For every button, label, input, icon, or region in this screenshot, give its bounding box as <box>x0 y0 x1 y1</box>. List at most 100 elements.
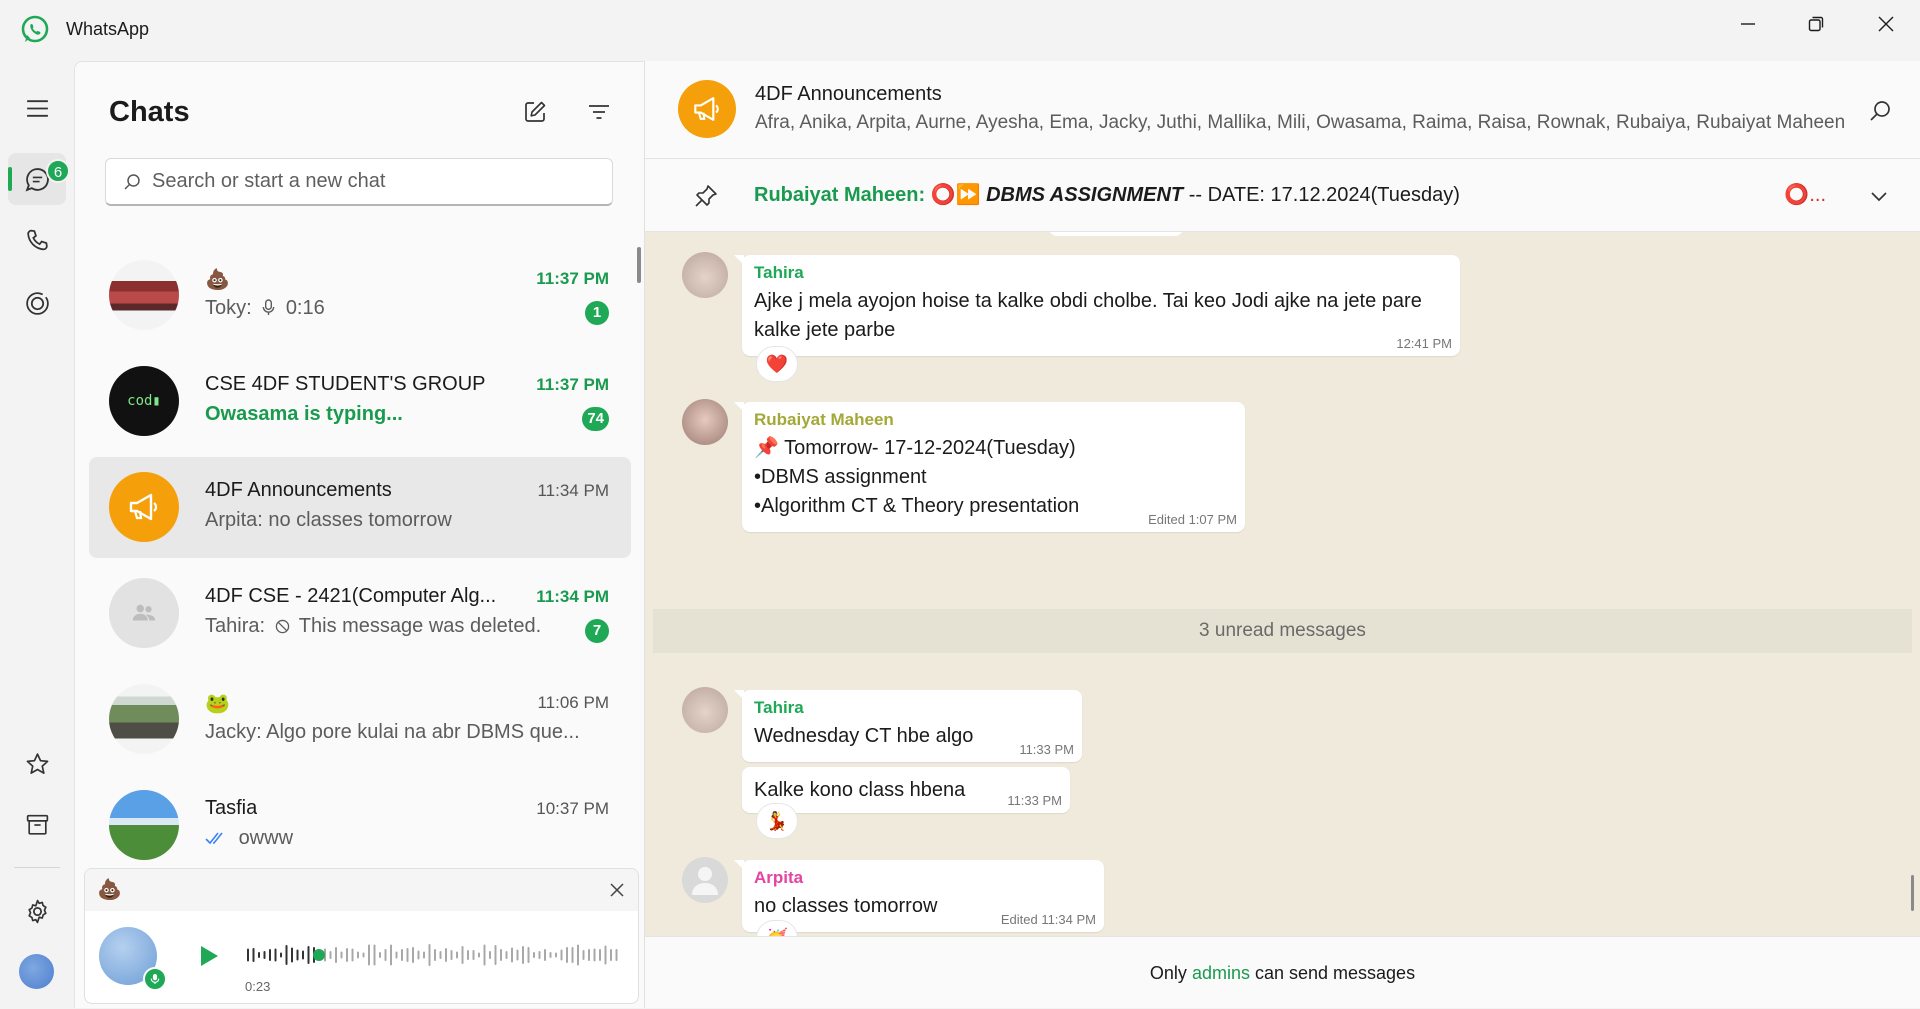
chats-nav-button[interactable]: 6 <box>8 153 70 205</box>
unread-count-badge: 1 <box>585 301 609 325</box>
new-chat-button[interactable] <box>519 96 551 128</box>
playback-thumb[interactable] <box>313 949 325 961</box>
unread-chats-badge: 6 <box>46 159 70 183</box>
chat-list-item[interactable]: 4DF Announcements Arpita: no classes tom… <box>89 457 631 558</box>
preview-sender: Toky: <box>205 297 252 319</box>
waveform-bar <box>329 951 332 959</box>
message-sender: Tahira <box>754 698 804 717</box>
sender-avatar[interactable] <box>682 399 728 445</box>
calls-nav-button[interactable] <box>8 214 66 266</box>
sender-avatar[interactable] <box>682 687 728 733</box>
chat-preview: Toky: 0:16 <box>205 297 325 320</box>
chat-list-item[interactable]: 💩 Toky: 0:16 11:37 PM 1 <box>89 245 631 346</box>
close-icon <box>1878 16 1894 31</box>
chats-heading: Chats <box>109 96 190 128</box>
chat-list-item[interactable]: 🐸 Jacky: Algo pore kulai na abr DBMS que… <box>89 669 631 770</box>
starred-messages-button[interactable] <box>8 738 66 790</box>
chat-name: 💩 <box>205 269 230 291</box>
restore-button[interactable] <box>1782 0 1850 47</box>
waveform-bar <box>610 949 612 961</box>
settings-button[interactable] <box>8 885 66 937</box>
waveform-bar <box>412 947 414 963</box>
search-icon <box>124 174 140 190</box>
chat-list-item[interactable]: 4DF CSE - 2421(Computer Alg... Tahira: T… <box>89 563 631 664</box>
pinned-message-text: Rubaiyat Maheen: ⭕⏩ DBMS ASSIGNMENT -- D… <box>754 182 1460 207</box>
sender-avatar[interactable] <box>682 252 728 298</box>
admins-link[interactable]: admins <box>1192 963 1250 983</box>
waveform-bar <box>604 945 607 965</box>
chat-time: 11:37 PM <box>536 269 609 288</box>
chat-avatar <box>109 684 179 754</box>
waveform-bar <box>368 944 370 966</box>
chat-list-item[interactable]: Tasfia owww 10:37 PM <box>89 775 631 876</box>
waveform-bar <box>263 951 266 959</box>
waveform-bar <box>489 951 491 959</box>
waveform-bar <box>615 949 618 961</box>
message-reaction[interactable]: ❤️ <box>756 346 798 382</box>
voice-duration: 0:23 <box>245 979 271 994</box>
menu-button[interactable] <box>8 82 66 134</box>
waveform-bar <box>434 949 436 961</box>
chat-avatar: cod▮ <box>109 366 179 436</box>
message-reaction[interactable]: 💃 <box>756 803 798 839</box>
previous-message-fragment <box>1049 232 1183 236</box>
double-check-read-icon <box>205 832 223 845</box>
message-bubble[interactable]: Rubaiyat Maheen 📌 Tomorrow- 17-12-2024(T… <box>734 402 1245 532</box>
group-icon <box>132 604 156 621</box>
filter-button[interactable] <box>583 96 615 128</box>
sender-avatar-placeholder[interactable] <box>682 857 728 903</box>
waveform-bar <box>494 945 497 965</box>
message-area[interactable]: Tahira Ajke j mela ayojon hoise ta kalke… <box>645 232 1920 936</box>
waveform-bar <box>423 951 425 959</box>
footer-text-before: Only <box>1149 963 1192 983</box>
chevron-down-icon[interactable] <box>1868 185 1890 207</box>
voice-mic-badge <box>143 967 167 991</box>
message-line: •DBMS assignment <box>754 466 927 488</box>
group-members-list: Afra, Anika, Arpita, Aurne, Ayesha, Ema,… <box>755 112 1846 133</box>
waveform-bar <box>439 951 442 959</box>
chat-avatar <box>109 790 179 860</box>
play-icon[interactable] <box>195 943 221 969</box>
archived-chats-button[interactable] <box>8 798 66 850</box>
search-box[interactable] <box>105 158 613 206</box>
search-input[interactable] <box>152 159 602 203</box>
chat-time: 11:37 PM <box>536 375 609 394</box>
message-time: Edited 11:34 PM <box>1000 912 1096 927</box>
waveform-bar <box>280 952 282 958</box>
conversation-scrollbar[interactable] <box>1911 875 1914 911</box>
waveform-bar <box>445 948 447 962</box>
message-line: 📌 Tomorrow- 17-12-2024(Tuesday) <box>754 437 1076 459</box>
group-avatar[interactable] <box>678 80 736 138</box>
voice-waveform[interactable] <box>245 935 625 975</box>
rail-divider <box>14 867 60 868</box>
waveform-bar <box>582 950 585 960</box>
message-bubble[interactable]: Tahira Wednesday CT hbe algo 11:33 PM <box>734 690 1082 762</box>
pinned-date: -- DATE: 17.12.2024(Tuesday) <box>1183 184 1460 206</box>
status-nav-button[interactable] <box>8 277 66 329</box>
preview-text: owww <box>238 827 294 849</box>
deleted-message-icon <box>275 619 289 634</box>
message-bubble[interactable]: Tahira Ajke j mela ayojon hoise ta kalke… <box>734 255 1460 356</box>
close-window-button[interactable] <box>1852 0 1920 47</box>
search-icon[interactable] <box>1868 99 1892 123</box>
chat-preview: Arpita: no classes tomorrow <box>205 509 452 531</box>
waveform-bar <box>291 947 293 963</box>
message-line: Ajke j mela ayojon hoise ta kalke obdi c… <box>754 290 1422 312</box>
chat-avatar <box>109 578 179 648</box>
active-indicator <box>8 167 12 191</box>
unread-count-badge: 7 <box>585 619 609 643</box>
pinned-message-bar[interactable]: Rubaiyat Maheen: ⭕⏩ DBMS ASSIGNMENT -- D… <box>645 159 1920 232</box>
waveform-bar <box>472 950 475 960</box>
conversation-header[interactable]: 4DF Announcements Afra, Anika, Arpita, A… <box>645 61 1920 159</box>
minimize-button[interactable] <box>1714 0 1782 47</box>
chat-list-item[interactable]: cod▮ CSE 4DF STUDENT'S GROUP Owasama is … <box>89 351 631 452</box>
waveform-bar <box>252 948 255 962</box>
waveform-bar <box>538 951 541 959</box>
waveform-bar <box>527 947 530 963</box>
chat-list-scrollbar[interactable] <box>637 247 641 283</box>
close-icon[interactable] <box>608 881 626 899</box>
profile-avatar[interactable] <box>19 954 54 989</box>
chat-name: Tasfia <box>205 797 258 819</box>
message-bubble[interactable]: Arpita no classes tomorrow Edited 11:34 … <box>734 860 1104 932</box>
minimize-icon <box>1741 22 1755 25</box>
